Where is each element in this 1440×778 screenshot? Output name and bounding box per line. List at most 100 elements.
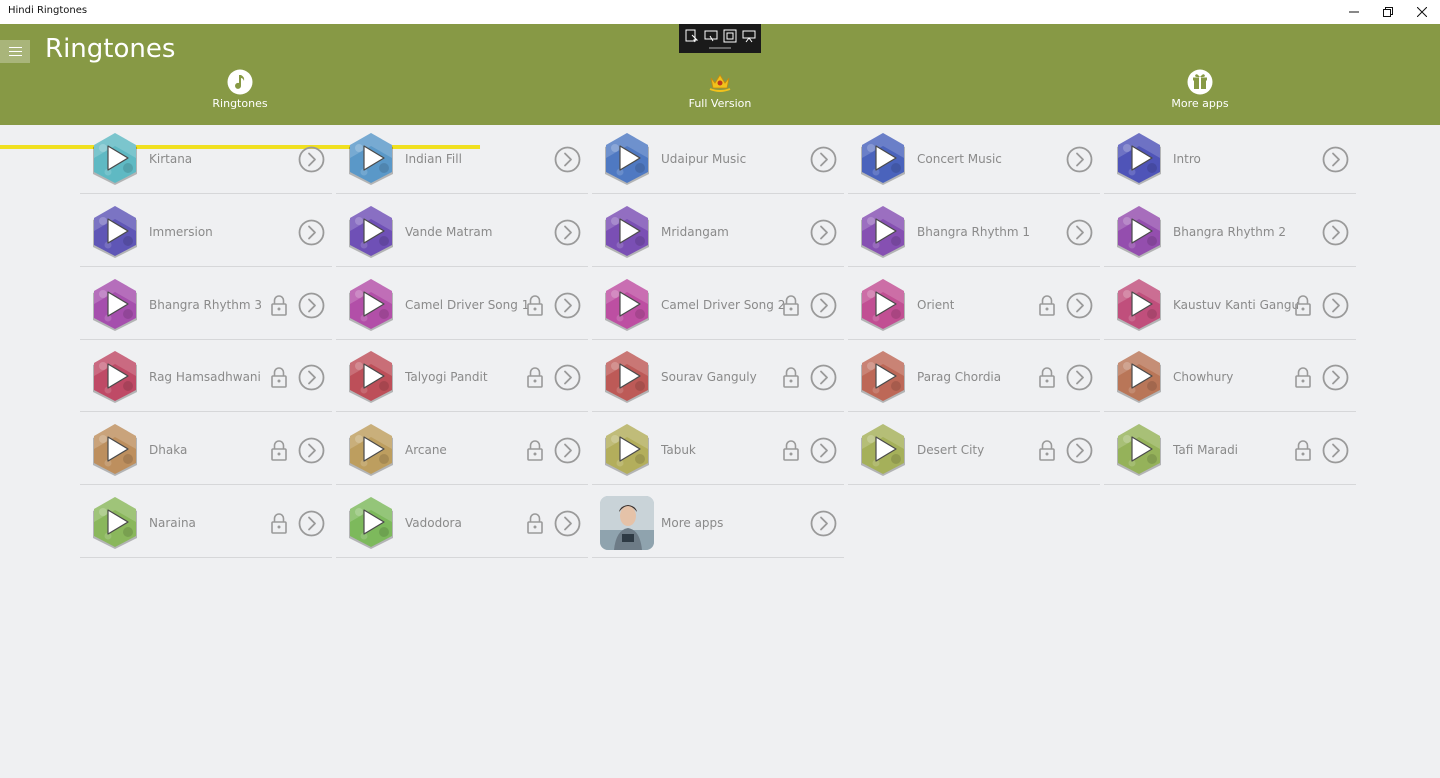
chevron-right-circle-icon[interactable] bbox=[1322, 219, 1349, 246]
tab-label: More apps bbox=[1171, 97, 1229, 110]
chevron-right-circle-icon[interactable] bbox=[298, 292, 325, 319]
ringtone-tile[interactable]: Chowhury bbox=[1104, 342, 1356, 413]
ringtone-tile[interactable]: Vadodora bbox=[336, 488, 588, 558]
chevron-right-circle-icon[interactable] bbox=[810, 510, 837, 537]
chevron-right-circle-icon[interactable] bbox=[1322, 437, 1349, 464]
play-hexagon-icon bbox=[1117, 424, 1161, 477]
lock-icon bbox=[1039, 294, 1055, 316]
ringtone-tile[interactable]: Immersion bbox=[80, 197, 332, 267]
lock-icon bbox=[783, 367, 799, 389]
chevron-right-circle-icon[interactable] bbox=[1066, 219, 1093, 246]
chevron-right-circle-icon[interactable] bbox=[298, 146, 325, 173]
chevron-right-circle-icon[interactable] bbox=[810, 437, 837, 464]
ringtone-tile[interactable]: Dhaka bbox=[80, 415, 332, 486]
ringtone-name: Tafi Maradi bbox=[1173, 443, 1239, 458]
play-hexagon-icon bbox=[93, 351, 137, 404]
ringtone-tile[interactable]: Bhangra Rhythm 3 bbox=[80, 270, 332, 340]
ringtone-tile[interactable]: Indian Fill bbox=[336, 124, 588, 194]
tab-more-apps[interactable]: More apps bbox=[960, 69, 1440, 125]
chevron-right-circle-icon[interactable] bbox=[554, 510, 581, 537]
ringtone-tile[interactable]: Parag Chordia bbox=[848, 342, 1100, 413]
chevron-right-circle-icon[interactable] bbox=[810, 364, 837, 391]
ringtone-tile[interactable]: Tafi Maradi bbox=[1104, 415, 1356, 486]
ringtone-tile[interactable]: More apps bbox=[592, 488, 844, 558]
chevron-right-circle-icon[interactable] bbox=[554, 437, 581, 464]
play-hexagon-icon bbox=[349, 424, 393, 477]
ringtone-tile[interactable]: Camel Driver Song 1 bbox=[336, 270, 588, 340]
chevron-right-circle-icon[interactable] bbox=[1066, 292, 1093, 319]
chevron-right-circle-icon[interactable] bbox=[810, 219, 837, 246]
play-hexagon-icon bbox=[861, 424, 905, 477]
play-hexagon-icon bbox=[605, 205, 649, 258]
tab-label: Ringtones bbox=[212, 97, 268, 110]
chevron-right-circle-icon[interactable] bbox=[1322, 146, 1349, 173]
ringtone-tile[interactable]: Bhangra Rhythm 2 bbox=[1104, 197, 1356, 267]
display-accessibility-icon[interactable] bbox=[742, 29, 756, 43]
restore-icon bbox=[1383, 7, 1393, 17]
drag-handle[interactable] bbox=[709, 47, 731, 49]
ringtone-name: Bhangra Rhythm 2 bbox=[1173, 224, 1287, 239]
ringtone-name: Indian Fill bbox=[405, 152, 462, 166]
chevron-right-circle-icon[interactable] bbox=[1322, 364, 1349, 391]
ringtone-name: Kirtana bbox=[149, 152, 193, 166]
ringtone-tile[interactable]: Tabuk bbox=[592, 415, 844, 486]
ringtone-tile[interactable]: Desert City bbox=[848, 415, 1100, 486]
gift-icon bbox=[1187, 69, 1213, 95]
chevron-right-circle-icon[interactable] bbox=[1322, 292, 1349, 319]
ringtone-name: Naraina bbox=[149, 516, 196, 530]
ringtone-tile[interactable]: Camel Driver Song 2 bbox=[592, 270, 844, 340]
play-hexagon-icon bbox=[93, 424, 137, 477]
chevron-right-circle-icon[interactable] bbox=[554, 364, 581, 391]
chevron-right-circle-icon[interactable] bbox=[554, 219, 581, 246]
ringtone-name: Orient bbox=[917, 297, 955, 312]
play-hexagon-icon bbox=[93, 278, 137, 331]
chevron-right-circle-icon[interactable] bbox=[554, 292, 581, 319]
play-hexagon-icon bbox=[349, 497, 393, 549]
select-element-icon[interactable] bbox=[685, 29, 699, 43]
lock-icon bbox=[1039, 440, 1055, 461]
ringtone-tile[interactable]: Vande Matram bbox=[336, 197, 588, 267]
ringtone-tile[interactable]: Concert Music bbox=[848, 124, 1100, 194]
track-focus-icon[interactable] bbox=[723, 29, 737, 43]
chevron-right-circle-icon[interactable] bbox=[298, 219, 325, 246]
ringtone-tile[interactable]: Udaipur Music bbox=[592, 124, 844, 194]
chevron-right-circle-icon[interactable] bbox=[554, 146, 581, 173]
ringtone-tile[interactable]: Intro bbox=[1104, 124, 1356, 194]
tab-full-version[interactable]: Full Version bbox=[480, 69, 960, 125]
ringtone-tile[interactable]: Mridangam bbox=[592, 197, 844, 267]
hamburger-line bbox=[8, 55, 22, 56]
chevron-right-circle-icon[interactable] bbox=[1066, 146, 1093, 173]
ringtone-name: Immersion bbox=[149, 224, 213, 239]
ringtone-name: Bhangra Rhythm 3 bbox=[149, 297, 263, 312]
ringtone-name: Dhaka bbox=[149, 443, 188, 458]
lock-icon bbox=[527, 513, 543, 534]
restore-button[interactable] bbox=[1371, 0, 1405, 24]
minimize-button[interactable] bbox=[1337, 0, 1371, 24]
ringtone-tile[interactable]: Kirtana bbox=[80, 124, 332, 194]
chevron-right-circle-icon[interactable] bbox=[298, 510, 325, 537]
ringtone-tile[interactable]: Talyogi Pandit bbox=[336, 342, 588, 413]
play-hexagon-icon bbox=[605, 424, 649, 477]
chevron-right-circle-icon[interactable] bbox=[298, 364, 325, 391]
chevron-right-circle-icon[interactable] bbox=[298, 437, 325, 464]
chevron-right-circle-icon[interactable] bbox=[1066, 437, 1093, 464]
play-hexagon-icon bbox=[1117, 278, 1161, 331]
ringtone-tile[interactable]: Kaustuv Kanti Gangu bbox=[1104, 270, 1356, 340]
ringtone-tile[interactable]: Sourav Ganguly bbox=[592, 342, 844, 413]
chevron-right-circle-icon[interactable] bbox=[810, 146, 837, 173]
tab-ringtones[interactable]: Ringtones bbox=[0, 69, 480, 125]
ringtone-tile[interactable]: Naraina bbox=[80, 488, 332, 558]
ringtone-tile[interactable]: Rag Hamsadhwani bbox=[80, 342, 332, 413]
hamburger-menu-button[interactable] bbox=[0, 40, 30, 63]
app-promo-image bbox=[600, 496, 654, 550]
chevron-right-circle-icon[interactable] bbox=[1066, 364, 1093, 391]
ringtone-tile[interactable]: Orient bbox=[848, 270, 1100, 340]
play-hexagon-icon bbox=[349, 351, 393, 404]
ringtone-tile[interactable]: Bhangra Rhythm 1 bbox=[848, 197, 1100, 267]
lock-icon bbox=[271, 513, 287, 534]
close-button[interactable] bbox=[1405, 0, 1439, 24]
chevron-right-circle-icon[interactable] bbox=[810, 292, 837, 319]
lock-icon bbox=[1295, 440, 1311, 461]
ringtone-tile[interactable]: Arcane bbox=[336, 415, 588, 486]
display-layout-icon[interactable] bbox=[704, 29, 718, 43]
